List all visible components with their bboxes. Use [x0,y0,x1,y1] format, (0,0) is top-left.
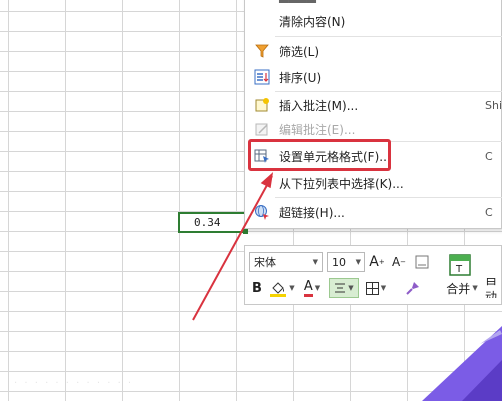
grow-font-button[interactable]: A + [367,252,387,272]
align-center-icon [335,283,346,293]
format-painter-button[interactable] [403,278,423,298]
font-size-select[interactable]: 10 ▼ [327,252,365,272]
align-button[interactable]: ▼ [329,278,359,298]
watermark: · · · · · · · · · · · · [14,378,134,389]
chevron-down-icon: ▼ [289,284,295,292]
chevron-down-icon: ▼ [348,284,354,292]
borders-button[interactable]: ▼ [363,278,389,298]
font-name-value: 宋体 [254,256,276,269]
autosum-button[interactable]: 自动 [485,278,502,298]
cell-style-button[interactable]: T [446,252,474,278]
borders-icon [365,281,379,295]
chevron-down-icon: ▼ [380,284,387,292]
decorative-corner [422,326,502,401]
fill-color-button[interactable]: ▼ [269,278,295,298]
mini-toolbar: 宋体 ▼ 10 ▼ A + A − T B ▼ A ▼ ▼ ▼ 合并 ▼ 自动 [244,245,502,305]
bold-button[interactable]: B [249,278,265,298]
font-name-select[interactable]: 宋体 ▼ [249,252,323,272]
font-color-button[interactable]: A ▼ [299,278,325,298]
cell-style-icon: T [449,254,471,276]
clear-format-button[interactable] [412,252,432,272]
font-color-icon: A [303,279,313,297]
chevron-down-icon: ▼ [314,284,321,292]
chevron-down-icon: ▼ [472,284,478,292]
chevron-down-icon: ▼ [312,258,318,266]
chevron-down-icon: ▼ [355,258,361,266]
svg-text:T: T [455,264,463,275]
font-size-value: 10 [332,255,346,269]
merge-button[interactable]: 合并 ▼ [441,278,483,298]
fill-color-icon [270,282,287,297]
shrink-font-button[interactable]: A − [389,252,409,272]
clear-format-icon [415,255,429,269]
format-painter-icon [406,282,419,295]
